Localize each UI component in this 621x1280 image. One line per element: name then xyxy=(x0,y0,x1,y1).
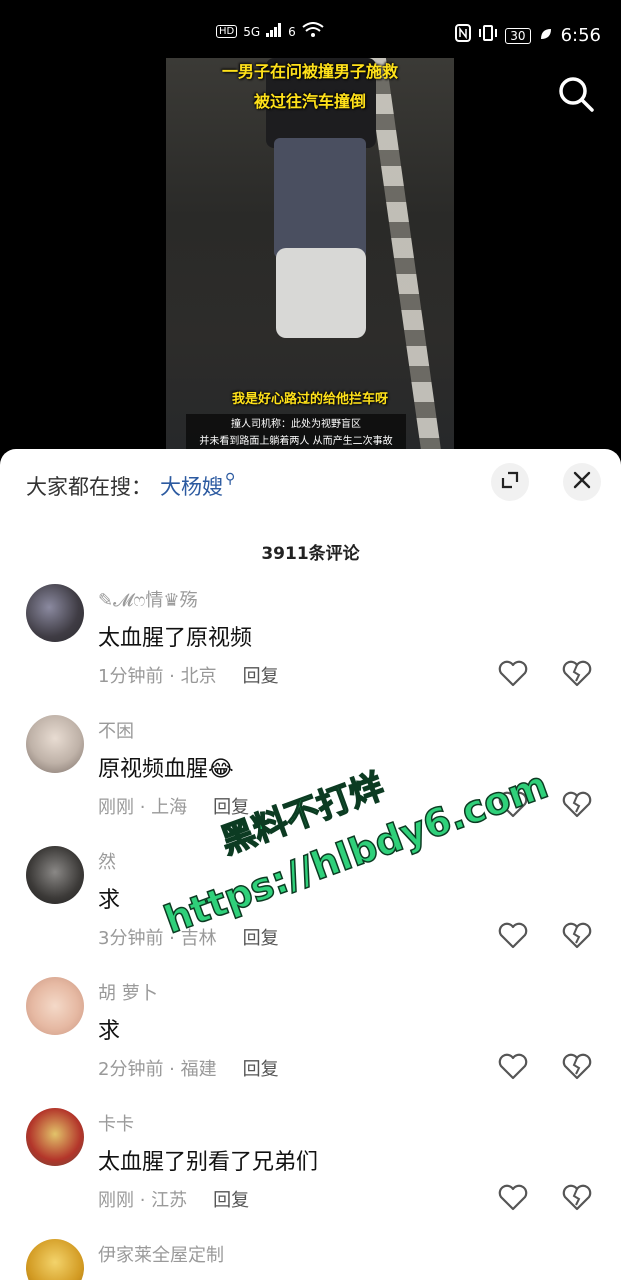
comment-username[interactable]: 然 xyxy=(98,848,116,874)
comment-time: 刚刚 xyxy=(98,797,134,818)
avatar[interactable] xyxy=(26,1239,84,1280)
comment-location: 北京 xyxy=(180,666,217,687)
comment-time: 3分钟前 xyxy=(98,928,164,949)
status-right: 30 6:56 xyxy=(455,24,601,47)
video-subtitle: 撞人司机称：此处为视野盲区 并未看到路面上躺着两人 从而产生二次事故 xyxy=(186,414,406,452)
comment-username[interactable]: 不困 xyxy=(98,717,134,743)
comment-time: 1分钟前 xyxy=(98,666,164,687)
status-left: HD 5G 6 xyxy=(216,22,324,41)
nfc-icon xyxy=(455,24,472,47)
comment-meta: 刚刚 · 江苏 回复 xyxy=(98,1190,250,1211)
broken-heart-icon[interactable] xyxy=(560,656,594,690)
comment-text: 求 xyxy=(98,888,121,913)
comment-item: 胡 萝卜 求 2分钟前 · 福建 回复 xyxy=(0,977,621,1107)
heart-icon[interactable] xyxy=(496,787,530,821)
search-icon[interactable] xyxy=(556,74,596,114)
comment-username[interactable]: 胡 萝卜 xyxy=(98,979,158,1005)
avatar[interactable] xyxy=(26,1108,84,1166)
avatar[interactable] xyxy=(26,846,84,904)
hot-search-term-text: 大杨嫂 xyxy=(160,475,223,499)
broken-heart-icon[interactable] xyxy=(560,1049,594,1083)
comment-text: 原视频血腥😂 xyxy=(98,757,234,782)
comment-username[interactable]: ✎𝓜ෆ情♛殇 xyxy=(98,586,198,612)
comment-meta: 刚刚 · 上海 回复 xyxy=(98,797,250,818)
comment-meta: 3分钟前 · 吉林 回复 xyxy=(98,928,279,949)
comment-text: 太血腥了原视频 xyxy=(98,626,253,651)
broken-heart-icon[interactable] xyxy=(560,787,594,821)
avatar[interactable] xyxy=(26,715,84,773)
expand-button[interactable] xyxy=(491,463,529,501)
status-bar: HD 5G 6 30 6:56 xyxy=(0,0,621,58)
signal-icon xyxy=(266,23,282,40)
reply-button[interactable]: 回复 xyxy=(243,666,279,687)
reply-button[interactable]: 回复 xyxy=(243,1059,279,1080)
wifi-icon xyxy=(302,22,324,41)
comment-username[interactable]: 卡卡 xyxy=(98,1110,134,1136)
avatar[interactable] xyxy=(26,584,84,642)
small-search-icon: ⚲ xyxy=(225,471,236,487)
comment-username[interactable]: 伊家莱全屋定制 xyxy=(98,1241,224,1267)
video-caption-line1: 一男子在问被撞男子施救 xyxy=(221,62,398,81)
video-subtitle-line2: 并未看到路面上躺着两人 从而产生二次事故 xyxy=(199,436,393,447)
heart-icon[interactable] xyxy=(496,1049,530,1083)
comment-meta: 2分钟前 · 福建 回复 xyxy=(98,1059,279,1080)
close-button[interactable] xyxy=(563,463,601,501)
battery-level: 30 xyxy=(505,27,531,44)
clock: 6:56 xyxy=(560,25,601,46)
comment-item: 伊家莱全屋定制 xyxy=(0,1239,621,1280)
heart-icon[interactable] xyxy=(496,1180,530,1214)
video-subtitle-line1: 撞人司机称：此处为视野盲区 xyxy=(231,419,361,430)
comment-item: ✎𝓜ෆ情♛殇 太血腥了原视频 1分钟前 · 北京 回复 xyxy=(0,584,621,714)
comment-location: 上海 xyxy=(151,797,188,818)
comment-time: 2分钟前 xyxy=(98,1059,164,1080)
wifi-badge: 6 xyxy=(288,24,296,39)
hot-search-label: 大家都在搜： xyxy=(26,475,152,499)
comment-location: 福建 xyxy=(180,1059,217,1080)
comment-text: 求 xyxy=(98,1019,121,1044)
leaf-icon xyxy=(539,25,553,46)
broken-heart-icon[interactable] xyxy=(560,1180,594,1214)
network-label: 5G xyxy=(243,24,261,39)
heart-icon[interactable] xyxy=(496,656,530,690)
comment-sheet: 大家都在搜： 大杨嫂 ⚲ 3911条评论 ✎𝓜ෆ情♛殇 太血腥了原视频 1分钟前 ·… xyxy=(0,449,621,1280)
reply-button[interactable]: 回复 xyxy=(213,1190,249,1211)
close-icon xyxy=(573,470,591,494)
reply-button[interactable]: 回复 xyxy=(243,928,279,949)
video-player[interactable]: 一男子在问被撞男子施救 被过往汽车撞倒 我是好心路过的给他拦车呀 撞人司机称：此… xyxy=(166,58,454,458)
comment-item: 卡卡 太血腥了别看了兄弟们 刚刚 · 江苏 回复 xyxy=(0,1108,621,1238)
heart-icon[interactable] xyxy=(496,918,530,952)
hd-badge: HD xyxy=(216,25,238,38)
comment-item: 不困 原视频血腥😂 刚刚 · 上海 回复 xyxy=(0,715,621,845)
reply-button[interactable]: 回复 xyxy=(213,797,249,818)
expand-icon xyxy=(500,470,520,495)
comment-meta: 1分钟前 · 北京 回复 xyxy=(98,666,279,687)
comment-text: 太血腥了别看了兄弟们 xyxy=(98,1150,319,1175)
video-speech-caption: 我是好心路过的给他拦车呀 xyxy=(231,392,388,407)
video-caption-line2: 被过往汽车撞倒 xyxy=(253,92,366,111)
comment-location: 江苏 xyxy=(151,1190,188,1211)
comment-item: 然 求 3分钟前 · 吉林 回复 xyxy=(0,846,621,976)
comment-count: 3911条评论 xyxy=(261,544,360,564)
broken-heart-icon[interactable] xyxy=(560,918,594,952)
hot-search: 大家都在搜： 大杨嫂 ⚲ xyxy=(26,471,235,501)
comment-time: 刚刚 xyxy=(98,1190,134,1211)
comment-location: 吉林 xyxy=(180,928,217,949)
hot-search-term[interactable]: 大杨嫂 ⚲ xyxy=(160,471,235,499)
vibrate-icon xyxy=(479,24,498,47)
avatar[interactable] xyxy=(26,977,84,1035)
